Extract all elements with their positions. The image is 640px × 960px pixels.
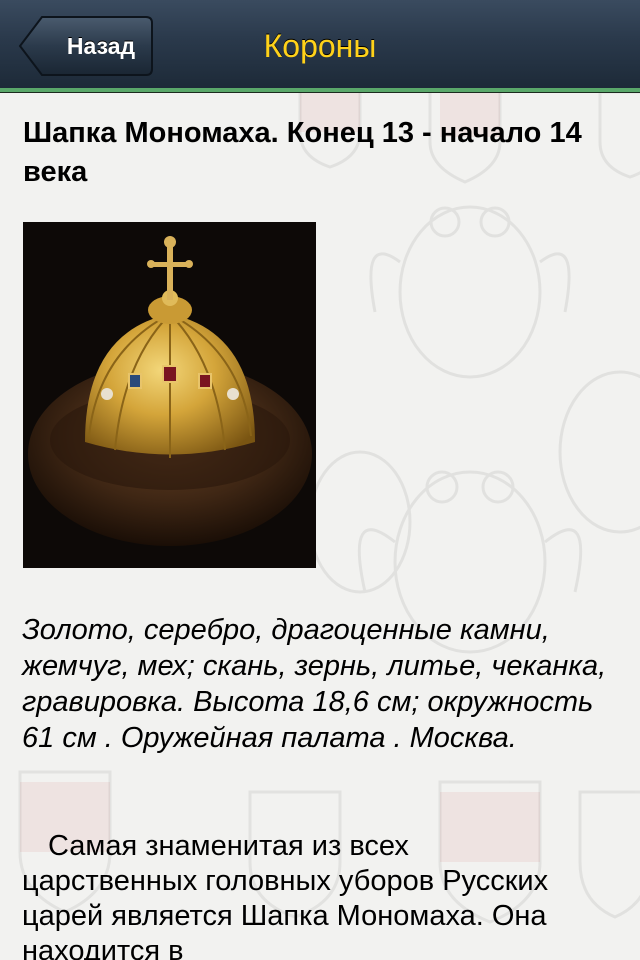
materials-description: Золото, серебро, драгоценные камни, жемч… (22, 614, 607, 754)
back-button[interactable]: Назад (18, 15, 154, 77)
article-content[interactable]: Шапка Мономаха. Конец 13 - начало 14 век… (0, 92, 640, 960)
crown-photo (23, 222, 316, 568)
navigation-bar: Назад Короны (0, 0, 640, 92)
article-title: Шапка Мономаха. Конец 13 - начало 14 век… (23, 117, 582, 188)
back-button-label: Назад (66, 33, 136, 59)
nav-title: Короны (263, 28, 377, 64)
article-body: Самая знаменитая из всех царственных гол… (22, 830, 549, 960)
